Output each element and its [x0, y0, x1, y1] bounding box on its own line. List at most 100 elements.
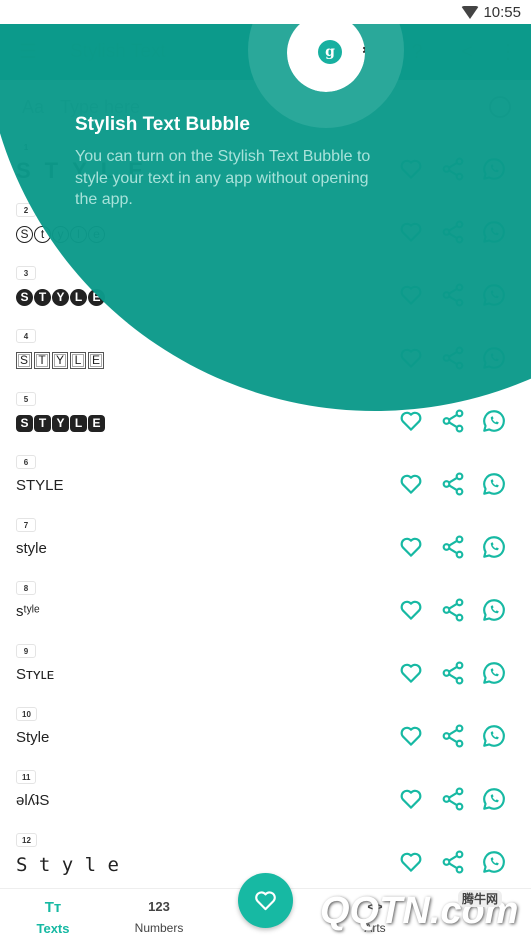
styled-letter: Y: [52, 289, 69, 306]
help-icon[interactable]: ?: [405, 40, 429, 64]
whatsapp-button[interactable]: [481, 660, 507, 686]
watermark-logo: QQTN.com 腾牛网: [320, 890, 519, 932]
share-button[interactable]: [440, 219, 466, 245]
whatsapp-icon: [483, 788, 505, 810]
styled-text[interactable]: style: [16, 540, 47, 557]
favorite-button[interactable]: [398, 597, 424, 623]
whatsapp-button[interactable]: [481, 534, 507, 560]
style-row[interactable]: 5 STYLE: [0, 392, 531, 455]
share-button[interactable]: [440, 282, 466, 308]
styled-text[interactable]: STYLE: [16, 477, 64, 494]
favorite-button[interactable]: [398, 534, 424, 560]
share-icon: [442, 724, 464, 748]
heart-icon: [400, 222, 422, 242]
share-button[interactable]: [440, 345, 466, 371]
style-row[interactable]: 8 sᵗʸˡᵉ: [0, 581, 531, 644]
style-row[interactable]: 6 STYLE: [0, 455, 531, 518]
whatsapp-button[interactable]: [481, 723, 507, 749]
tab-texts[interactable]: Tт Texts: [8, 889, 98, 945]
heart-icon: [400, 663, 422, 683]
styled-letter: S: [16, 415, 33, 432]
numbers-icon: 123: [148, 899, 170, 914]
share-icon[interactable]: <: [455, 40, 479, 64]
style-row[interactable]: 9 Sᴛʏʟᴇ: [0, 644, 531, 707]
share-button[interactable]: [440, 597, 466, 623]
styled-text[interactable]: sᵗʸˡᵉ: [16, 603, 40, 620]
share-button[interactable]: [440, 471, 466, 497]
styled-letter: E: [88, 415, 105, 432]
styled-text[interactable]: STYLE: [16, 351, 106, 369]
row-number: 12: [16, 833, 37, 847]
app-toolbar: ☰ Stylish Text ? < ⋮: [0, 24, 531, 80]
tooltip-title: Stylish Text Bubble: [75, 114, 250, 135]
styled-text[interactable]: S t y l e: [16, 854, 119, 876]
styled-text[interactable]: STYLE: [16, 288, 106, 306]
heart-icon: [400, 726, 422, 746]
styled-letter: e: [88, 226, 105, 243]
styled-text[interactable]: Sᴛʏʟᴇ: [16, 666, 54, 683]
styled-letter: S: [16, 289, 33, 306]
favorite-button[interactable]: [398, 660, 424, 686]
heart-icon: [255, 891, 276, 911]
whatsapp-button[interactable]: [481, 219, 507, 245]
style-row[interactable]: 3 STYLE: [0, 266, 531, 329]
row-number: 8: [16, 581, 36, 595]
whatsapp-button[interactable]: [481, 282, 507, 308]
share-button[interactable]: [440, 534, 466, 560]
row-number: 9: [16, 644, 36, 658]
style-row[interactable]: 10 Style: [0, 707, 531, 770]
styled-text[interactable]: ǝlʎʇS: [16, 792, 49, 809]
share-button[interactable]: [440, 156, 466, 182]
favorite-button[interactable]: [398, 786, 424, 812]
share-button[interactable]: [440, 660, 466, 686]
style-row[interactable]: 4 STYLE: [0, 329, 531, 392]
share-button[interactable]: [440, 849, 466, 875]
styled-text[interactable]: STYLE: [16, 414, 106, 432]
whatsapp-button[interactable]: [481, 156, 507, 182]
more-icon[interactable]: ⋮: [496, 40, 520, 64]
emoji-icon[interactable]: [489, 96, 511, 118]
whatsapp-button[interactable]: [481, 408, 507, 434]
whatsapp-icon: [483, 347, 505, 369]
favorite-button[interactable]: [398, 408, 424, 434]
share-icon: [442, 535, 464, 559]
share-icon: [442, 220, 464, 244]
heart-icon: [400, 348, 422, 368]
favorite-button[interactable]: [398, 282, 424, 308]
styled-letter: L: [70, 352, 86, 369]
menu-icon[interactable]: ☰: [16, 40, 40, 64]
share-button[interactable]: [440, 786, 466, 812]
share-icon: [442, 598, 464, 622]
whatsapp-icon: [483, 158, 505, 180]
style-row[interactable]: 2 Style: [0, 203, 531, 266]
style-row[interactable]: 7 style: [0, 518, 531, 581]
styled-text[interactable]: Style: [16, 225, 106, 243]
row-number: 7: [16, 518, 36, 532]
whatsapp-button[interactable]: [481, 471, 507, 497]
whatsapp-button[interactable]: [481, 849, 507, 875]
styled-letter: Y: [52, 352, 68, 369]
favorites-fab[interactable]: [238, 873, 293, 928]
share-button[interactable]: [440, 408, 466, 434]
whatsapp-icon: [483, 851, 505, 873]
favorite-button[interactable]: [398, 156, 424, 182]
styled-letter: E: [88, 289, 105, 306]
styled-letter: y: [52, 226, 69, 243]
favorite-button[interactable]: [398, 723, 424, 749]
whatsapp-icon: [483, 599, 505, 621]
share-button[interactable]: [440, 723, 466, 749]
whatsapp-button[interactable]: [481, 786, 507, 812]
share-icon: [442, 346, 464, 370]
styled-text[interactable]: Style: [16, 729, 49, 746]
whatsapp-button[interactable]: [481, 597, 507, 623]
favorite-button[interactable]: [398, 219, 424, 245]
whatsapp-button[interactable]: [481, 345, 507, 371]
styled-letter: T: [34, 289, 51, 306]
style-row[interactable]: 11 ǝlʎʇS: [0, 770, 531, 833]
tutorial-tooltip: Stylish Text Bubble You can turn on the …: [75, 114, 375, 211]
favorite-button[interactable]: [398, 849, 424, 875]
favorite-button[interactable]: [398, 471, 424, 497]
tab-numbers[interactable]: 123 Numbers: [114, 889, 204, 945]
heart-icon: [400, 537, 422, 557]
favorite-button[interactable]: [398, 345, 424, 371]
